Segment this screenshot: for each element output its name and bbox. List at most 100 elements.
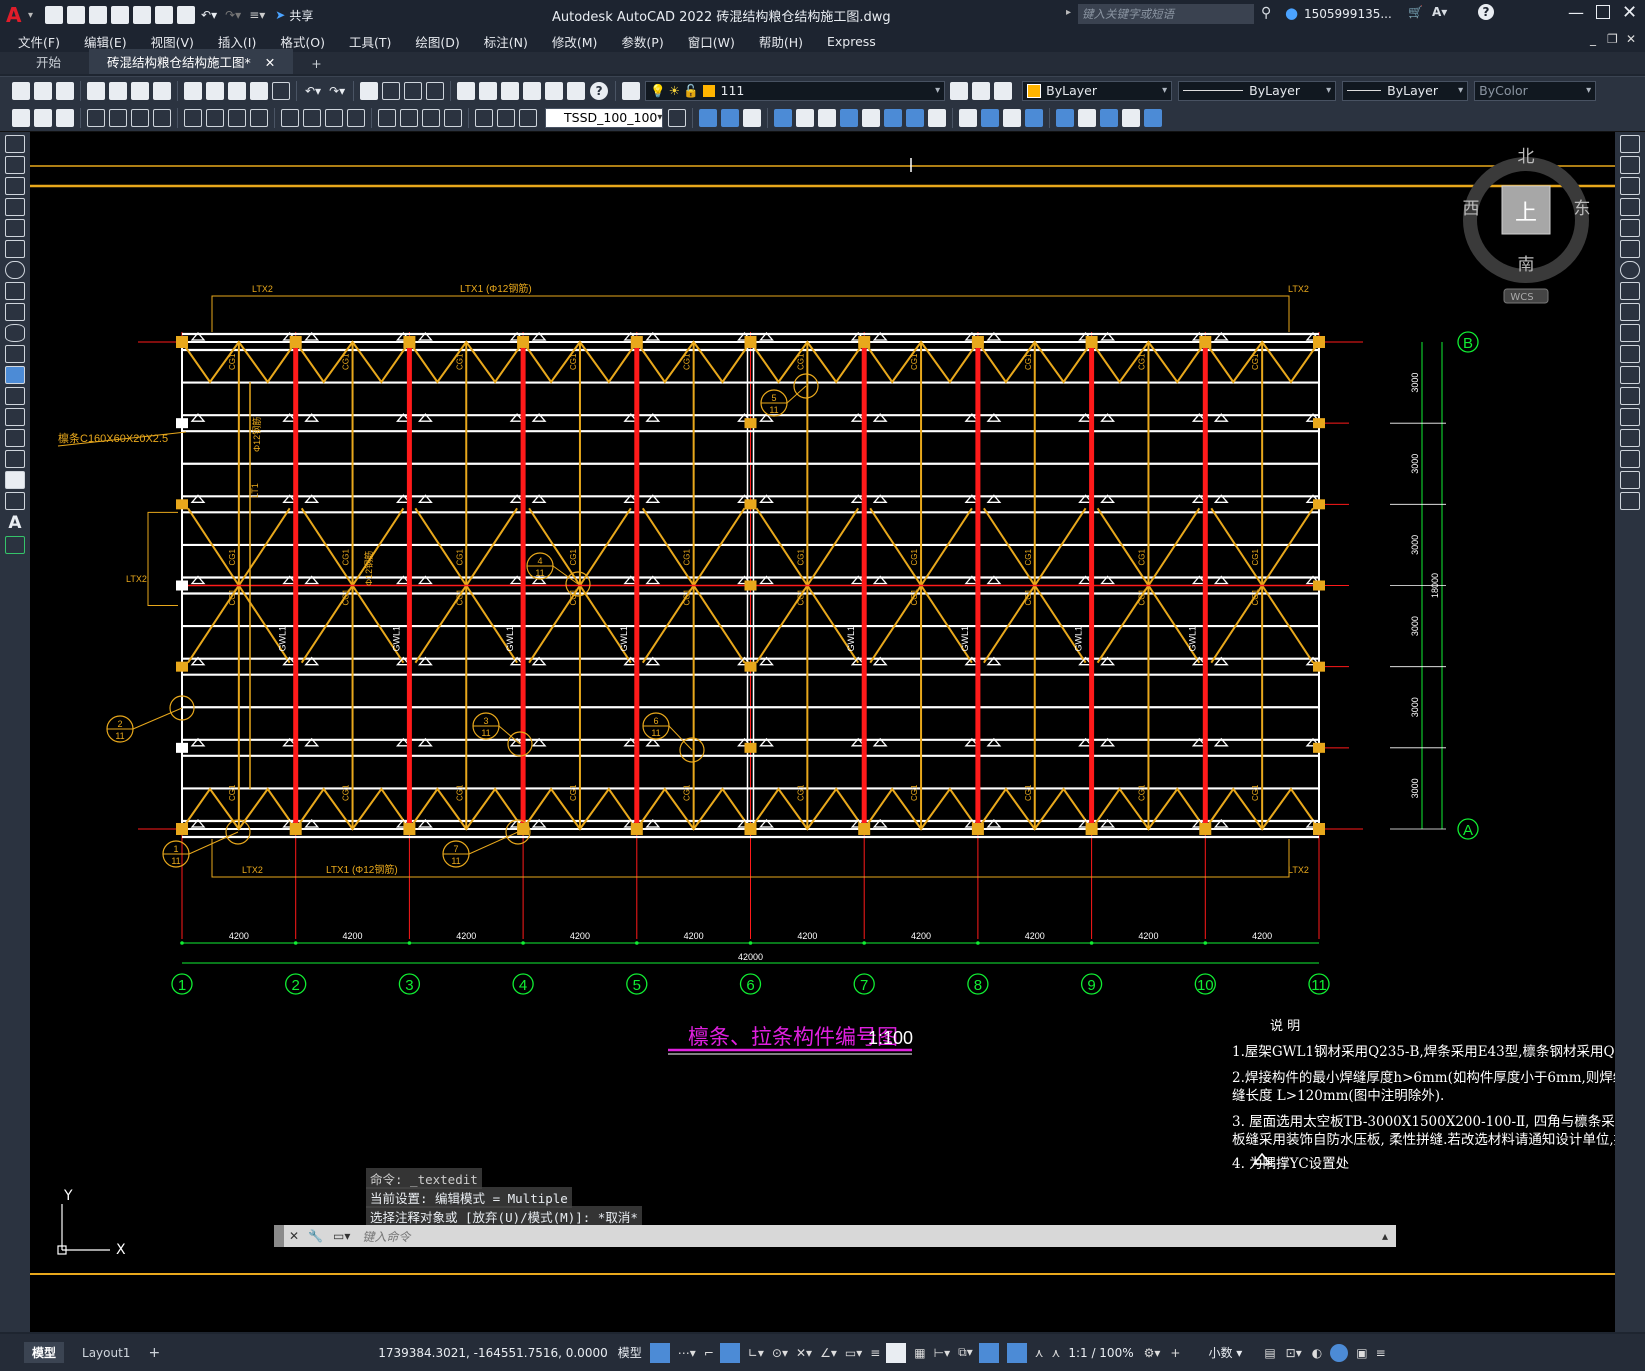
layout-tab-model[interactable]: 模型 xyxy=(24,1342,65,1363)
tssd-tool3-icon[interactable] xyxy=(884,108,902,127)
offset-icon[interactable] xyxy=(1620,198,1640,216)
tssd-tool1-icon[interactable] xyxy=(840,108,858,127)
publish-icon[interactable] xyxy=(131,81,149,100)
tssd-text-icon[interactable] xyxy=(497,108,515,127)
menu-express[interactable]: Express xyxy=(827,34,876,49)
trim-icon[interactable] xyxy=(1620,324,1640,342)
tssd-sym-icon[interactable] xyxy=(519,108,537,127)
tssd-arc-icon[interactable] xyxy=(131,108,149,127)
polar-icon[interactable]: ∟▾ xyxy=(748,1346,764,1360)
arc-icon[interactable] xyxy=(5,240,25,258)
erase-icon[interactable] xyxy=(1620,135,1640,153)
tssd-move-icon[interactable] xyxy=(774,108,792,127)
region-icon[interactable] xyxy=(5,471,25,489)
dyn-input-icon[interactable] xyxy=(719,1342,740,1363)
array-icon[interactable] xyxy=(1620,219,1640,237)
annotation-scale-icon[interactable]: ⋏ xyxy=(1052,1346,1061,1360)
chamfer-icon[interactable] xyxy=(1620,429,1640,447)
autocad-logo[interactable]: A xyxy=(6,4,28,26)
menu-tools[interactable]: 工具(T) xyxy=(349,32,391,51)
rotate-icon[interactable] xyxy=(1620,261,1640,279)
tssd-frame-icon[interactable] xyxy=(281,108,299,127)
customize-qat-icon[interactable]: ≡▾ xyxy=(249,8,265,22)
app-menu-arrow[interactable]: ▾ xyxy=(28,10,33,21)
isodraft-icon[interactable]: ⊙▾ xyxy=(772,1346,788,1360)
tssd-tool5-icon[interactable] xyxy=(928,108,946,127)
match-prop-icon[interactable] xyxy=(250,81,268,100)
close-tab-icon[interactable]: ✕ xyxy=(265,55,275,70)
break-icon[interactable] xyxy=(1620,387,1640,405)
save-web-icon[interactable] xyxy=(155,6,174,24)
tssd-tool4-icon[interactable] xyxy=(906,108,924,127)
tssd-rebar-icon[interactable] xyxy=(325,108,343,127)
tssd-layer-icon[interactable] xyxy=(56,108,74,127)
make-current-icon[interactable] xyxy=(950,81,969,100)
selection-cycling-icon[interactable]: ▭▾ xyxy=(845,1346,862,1360)
tssd-check-icon[interactable] xyxy=(422,108,440,127)
undo-tb-icon[interactable]: ↶▾ xyxy=(305,84,321,98)
plot-tb-icon[interactable] xyxy=(87,81,105,100)
tssd-table-icon[interactable] xyxy=(378,108,396,127)
tab-start[interactable]: 开始 xyxy=(18,49,79,74)
tssd-circle-icon[interactable] xyxy=(228,108,246,127)
menu-window[interactable]: 窗口(W) xyxy=(688,32,735,51)
tssd-tool13-icon[interactable] xyxy=(1122,108,1140,127)
layer-previous-icon[interactable] xyxy=(972,81,991,100)
command-scroll-icon[interactable]: ▴ xyxy=(1382,1229,1388,1243)
plotstyle-dropdown[interactable]: ByColor ▾ xyxy=(1474,80,1597,101)
menu-file[interactable]: 文件(F) xyxy=(18,32,60,51)
fillet-icon[interactable] xyxy=(1620,450,1640,468)
quick-prop-icon[interactable]: ▦ xyxy=(914,1346,925,1360)
help-tb-icon[interactable]: ? xyxy=(590,81,609,100)
annotate-plus-icon[interactable]: + xyxy=(1170,1346,1180,1360)
menu-edit[interactable]: 编辑(E) xyxy=(84,32,127,51)
doc-minimize-icon[interactable]: _ xyxy=(1590,32,1596,46)
save-icon[interactable] xyxy=(89,6,108,24)
open-icon[interactable] xyxy=(34,81,52,100)
gradient-icon[interactable] xyxy=(5,450,25,468)
markup-icon[interactable] xyxy=(545,81,564,100)
tssd-tool10-icon[interactable] xyxy=(1056,108,1074,127)
layout-tab-layout1[interactable]: Layout1 xyxy=(82,1346,130,1360)
tab-drawing[interactable]: 砖混结构粮仓结构施工图* ✕ xyxy=(89,49,294,74)
zoom-previous-icon[interactable] xyxy=(426,81,445,100)
color-dropdown[interactable]: ByLayer ▾ xyxy=(1022,80,1173,101)
wcs-menu[interactable]: WCS xyxy=(1510,292,1533,303)
minimize-icon[interactable]: — xyxy=(1568,3,1584,22)
tssd-axis-icon[interactable] xyxy=(12,108,30,127)
break-point-icon[interactable] xyxy=(1620,366,1640,384)
share-icon[interactable]: ➤ xyxy=(275,8,285,22)
lineweight-dropdown[interactable]: ByLayer ▾ xyxy=(1342,80,1469,101)
transparency-icon[interactable] xyxy=(886,1342,907,1363)
gizmo-icon[interactable]: ⧉▾ xyxy=(958,1345,973,1360)
dimstyle-dropdown[interactable]: TSSD_100_100 ▾ xyxy=(545,107,663,128)
tssd-dim-icon[interactable] xyxy=(303,108,321,127)
zoom-window-icon[interactable] xyxy=(404,81,423,100)
tssd-3d-3-icon[interactable] xyxy=(743,108,761,127)
move-icon[interactable] xyxy=(1620,240,1640,258)
sheet-set-icon[interactable] xyxy=(523,81,542,100)
tssd-wave-icon[interactable] xyxy=(444,108,462,127)
design-center-icon[interactable] xyxy=(479,81,498,100)
construction-line-icon[interactable] xyxy=(5,156,25,174)
menu-view[interactable]: 视图(V) xyxy=(151,32,194,51)
ortho-toggle-icon[interactable]: ⌐ xyxy=(704,1346,714,1360)
maximize-icon[interactable] xyxy=(1596,5,1610,19)
command-close-icon[interactable]: ✕ xyxy=(289,1229,299,1243)
properties-icon[interactable] xyxy=(457,81,476,100)
annotation-visibility-icon[interactable] xyxy=(1006,1342,1027,1363)
tssd-tool2-icon[interactable] xyxy=(862,108,880,127)
annot-monitor-icon[interactable]: ⊢▾ xyxy=(934,1346,950,1360)
menu-draw[interactable]: 绘图(D) xyxy=(415,32,459,51)
rectangle-icon[interactable] xyxy=(5,219,25,237)
tssd-tool14-icon[interactable] xyxy=(1144,108,1162,127)
layer-manager-icon[interactable] xyxy=(622,81,641,100)
tssd-tool12-icon[interactable] xyxy=(1100,108,1118,127)
menu-help[interactable]: 帮助(H) xyxy=(759,32,803,51)
save-tb-icon[interactable] xyxy=(56,81,74,100)
layer-state-icon[interactable] xyxy=(994,81,1013,100)
polyline-icon[interactable] xyxy=(5,177,25,195)
customize-status-icon[interactable]: ≡ xyxy=(1376,1346,1386,1360)
new-icon[interactable] xyxy=(12,81,30,100)
lineweight-toggle-icon[interactable]: ≡ xyxy=(870,1346,880,1360)
